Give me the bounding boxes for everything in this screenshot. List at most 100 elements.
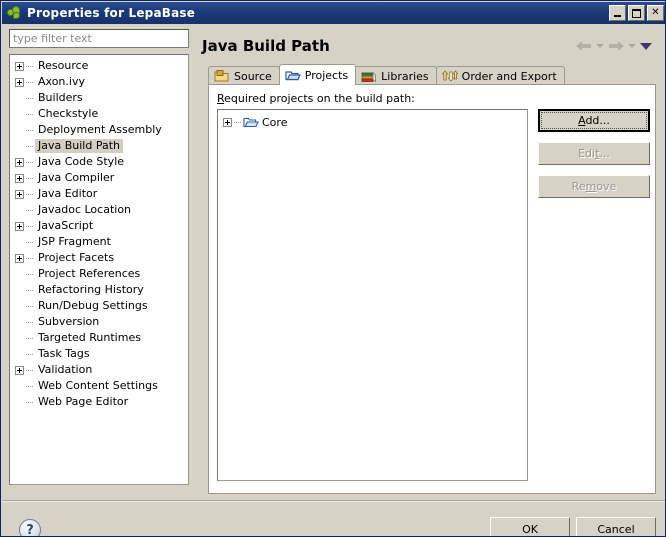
projects-folder-icon xyxy=(285,68,301,82)
expand-icon[interactable] xyxy=(15,77,24,87)
projects-action-buttons: Add... Edit... Remove xyxy=(538,109,650,198)
page-header: Java Build Path xyxy=(198,32,665,60)
sidebar-item-label: Javadoc Location xyxy=(38,203,132,216)
expand-icon[interactable] xyxy=(223,117,232,127)
expand-icon[interactable] xyxy=(15,61,24,71)
forward-arrow-icon[interactable] xyxy=(608,40,624,52)
help-button[interactable]: ? xyxy=(19,519,41,536)
sidebar-item-refactoring-history[interactable]: Refactoring History xyxy=(10,282,188,298)
sidebar-item-java-editor[interactable]: Java Editor xyxy=(10,186,188,202)
sidebar-item-label: Project Facets xyxy=(38,251,115,264)
sidebar-item-deployment-assembly[interactable]: Deployment Assembly xyxy=(10,122,188,138)
sidebar-item-label: Run/Debug Settings xyxy=(38,299,148,312)
settings-tree[interactable]: Resource Axon.ivy Builders Checkstyle Deploy… xyxy=(9,54,189,485)
remove-button: Remove xyxy=(538,175,650,198)
tree-connector-icon xyxy=(26,126,34,135)
properties-dialog: Properties for LepaBase ✕ Resource Axon.i… xyxy=(0,0,666,537)
sidebar-item-validation[interactable]: Validation xyxy=(10,362,188,378)
sidebar-item-label: Java Build Path xyxy=(35,139,124,153)
tab-order-and-export[interactable]: Order and Export xyxy=(435,66,565,85)
sidebar-item-label: Project References xyxy=(38,267,141,280)
sidebar-item-project-references[interactable]: Project References xyxy=(10,266,188,282)
tree-connector-icon xyxy=(26,62,34,71)
sidebar-item-label: Java Compiler xyxy=(38,171,115,184)
ivy-leaf-icon xyxy=(6,5,22,21)
source-folder-icon xyxy=(214,69,230,83)
title-bar: Properties for LepaBase ✕ xyxy=(2,2,665,24)
expand-icon[interactable] xyxy=(15,157,24,167)
cancel-button[interactable]: Cancel xyxy=(576,517,656,536)
sidebar-item-java-build-path[interactable]: Java Build Path xyxy=(10,138,188,154)
sidebar-item-web-content-settings[interactable]: Web Content Settings xyxy=(10,378,188,394)
view-menu-caret-icon[interactable] xyxy=(640,42,652,50)
required-projects-label: Required projects on the build path: xyxy=(217,92,415,105)
build-path-tabs[interactable]: Source Projects Libraries Order and Export xyxy=(208,64,565,85)
sidebar-item-web-page-editor[interactable]: Web Page Editor xyxy=(10,394,188,410)
project-folder-icon xyxy=(243,116,259,129)
expand-icon[interactable] xyxy=(15,365,24,375)
sidebar-item-checkstyle[interactable]: Checkstyle xyxy=(10,106,188,122)
sidebar-item-java-compiler[interactable]: Java Compiler xyxy=(10,170,188,186)
required-projects-list[interactable]: Core xyxy=(217,109,528,481)
dialog-buttons: OK Cancel xyxy=(490,517,656,536)
sidebar-item-targeted-runtimes[interactable]: Targeted Runtimes xyxy=(10,330,188,346)
sidebar-item-label: Axon.ivy xyxy=(38,75,85,88)
sidebar-item-resource[interactable]: Resource xyxy=(10,58,188,74)
sidebar-item-project-facets[interactable]: Project Facets xyxy=(10,250,188,266)
close-button[interactable]: ✕ xyxy=(647,5,664,21)
sidebar-item-axon-ivy[interactable]: Axon.ivy xyxy=(10,74,188,90)
sidebar-item-label: Targeted Runtimes xyxy=(38,331,141,344)
tab-source[interactable]: Source xyxy=(208,66,280,85)
tree-connector-icon xyxy=(26,94,34,103)
projects-tab-panel: Required projects on the build path: Cor… xyxy=(208,84,656,494)
tree-connector-icon xyxy=(26,206,34,215)
order-export-arrows-icon xyxy=(441,69,459,83)
tree-connector-icon xyxy=(26,366,34,375)
libraries-books-icon xyxy=(361,69,377,83)
add-button[interactable]: Add... xyxy=(538,109,650,132)
sidebar-item-label: Checkstyle xyxy=(38,107,99,120)
sidebar-item-javadoc-location[interactable]: Javadoc Location xyxy=(10,202,188,218)
back-arrow-icon[interactable] xyxy=(576,40,592,52)
project-list-item[interactable]: Core xyxy=(218,114,527,130)
button-label: Remove xyxy=(571,180,617,193)
edit-button: Edit... xyxy=(538,142,650,165)
tree-connector-icon xyxy=(234,118,242,127)
sidebar-item-label: JavaScript xyxy=(38,219,94,232)
sidebar-item-label: Builders xyxy=(38,91,83,104)
sidebar-item-task-tags[interactable]: Task Tags xyxy=(10,346,188,362)
sidebar-item-builders[interactable]: Builders xyxy=(10,90,188,106)
tab-projects[interactable]: Projects xyxy=(278,64,357,85)
filter-input[interactable] xyxy=(9,29,189,48)
tree-connector-icon xyxy=(26,382,34,391)
tab-label: Projects xyxy=(304,68,349,82)
expand-icon[interactable] xyxy=(15,173,24,183)
close-icon: ✕ xyxy=(651,7,660,18)
sidebar-item-label: Java Code Style xyxy=(38,155,125,168)
forward-history-caret-icon[interactable] xyxy=(628,44,636,48)
expand-icon[interactable] xyxy=(15,221,24,231)
expand-icon[interactable] xyxy=(15,189,24,199)
tree-connector-icon xyxy=(26,398,34,407)
ok-button[interactable]: OK xyxy=(490,517,570,536)
sidebar-item-jsp-fragment[interactable]: JSP Fragment xyxy=(10,234,188,250)
maximize-button[interactable] xyxy=(628,5,645,21)
project-name: Core xyxy=(262,115,288,129)
back-history-caret-icon[interactable] xyxy=(596,44,604,48)
tree-connector-icon xyxy=(26,254,34,263)
expand-icon[interactable] xyxy=(15,253,24,263)
sidebar-item-run-debug-settings[interactable]: Run/Debug Settings xyxy=(10,298,188,314)
sidebar-item-subversion[interactable]: Subversion xyxy=(10,314,188,330)
tab-libraries[interactable]: Libraries xyxy=(355,66,437,85)
sidebar-item-javascript[interactable]: JavaScript xyxy=(10,218,188,234)
minimize-button[interactable] xyxy=(609,5,626,21)
tab-label: Order and Export xyxy=(461,69,557,83)
sidebar-item-java-code-style[interactable]: Java Code Style xyxy=(10,154,188,170)
